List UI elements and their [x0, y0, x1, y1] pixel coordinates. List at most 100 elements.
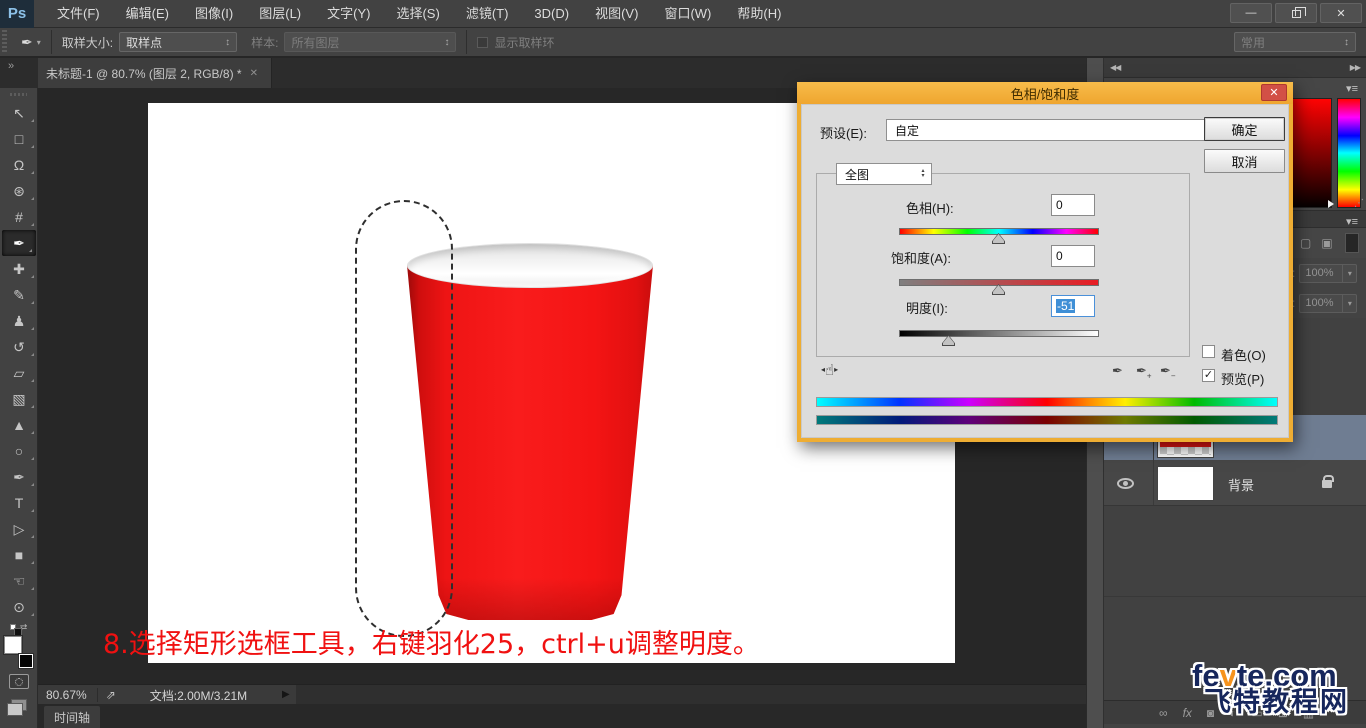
background-color-swatch[interactable]	[19, 654, 33, 668]
menu-3d[interactable]: 3D(D)	[521, 0, 582, 28]
timeline-tab[interactable]: 时间轴	[44, 706, 100, 728]
layers-menu-icon[interactable]: ▾≡	[1346, 215, 1358, 228]
sample-value: 所有图层	[291, 34, 339, 51]
toolbar-grip	[10, 90, 27, 98]
dialog-body: 预设(E): 自定 ▴▾ ⚙ 确定 取消 全图 ▴▾ 色相(H): 0 饱和度(…	[801, 104, 1289, 438]
menu-type[interactable]: 文字(Y)	[314, 0, 383, 28]
cancel-button[interactable]: 取消	[1204, 149, 1285, 173]
quick-selection-tool[interactable]: ⊛	[0, 178, 38, 204]
options-bar: ✒ ▾ 取样大小: 取样点 ↕ 样本: 所有图层 ↕ 显示取样环 常用 ↕	[0, 28, 1366, 58]
rectangular-marquee-tool[interactable]: □	[0, 126, 38, 152]
tutorial-annotation: 8.选择矩形选框工具，右键羽化25，ctrl+u调整明度。	[103, 622, 760, 661]
status-menu-arrow-icon[interactable]: ▶	[282, 689, 290, 700]
menu-image[interactable]: 图像(I)	[182, 0, 246, 28]
preview-checkbox[interactable]: ✓	[1202, 369, 1215, 382]
menu-view[interactable]: 视图(V)	[582, 0, 651, 28]
channel-dropdown[interactable]: 全图 ▴▾	[836, 163, 932, 185]
menu-window[interactable]: 窗口(W)	[651, 0, 724, 28]
minimize-button[interactable]: —	[1230, 3, 1272, 23]
gradient-tool[interactable]: ▧	[0, 386, 38, 412]
status-controls: 80.67% ⇗ 文档:2.00M/3.21M	[38, 685, 296, 705]
eyedropper-sample-icon[interactable]: ✒	[1112, 363, 1123, 379]
collapse-panels-icon[interactable]: ◀◀	[1110, 63, 1120, 72]
zoom-tool[interactable]: ⊙	[0, 594, 38, 620]
visibility-eye-icon[interactable]	[1117, 478, 1134, 489]
tool-preset-caret-icon[interactable]: ▾	[37, 38, 41, 47]
clone-stamp-tool[interactable]: ♟	[0, 308, 38, 334]
quick-mask-button[interactable]	[9, 674, 29, 689]
eyedropper-subtract-icon[interactable]: ✒−	[1160, 363, 1176, 381]
hue-slider-arrow-icon[interactable]	[1328, 200, 1334, 208]
targeted-adjustment-icon[interactable]: ◂☝▸	[821, 361, 838, 379]
blend-mode-swatch[interactable]	[1345, 233, 1359, 253]
panel-resize-grip-icon[interactable]: ⋰	[1354, 198, 1364, 209]
document-tab[interactable]: 未标题-1 @ 80.7% (图层 2, RGB/8) * ✕	[38, 58, 272, 88]
selection-marquee[interactable]	[355, 200, 453, 637]
menu-help[interactable]: 帮助(H)	[724, 0, 794, 28]
export-icon[interactable]: ⇗	[98, 688, 124, 702]
brush-tool[interactable]: ✎	[0, 282, 38, 308]
eraser-tool[interactable]: ▱	[0, 360, 38, 386]
spot-healing-brush-tool[interactable]: ✚	[0, 256, 38, 282]
expand-panels-icon[interactable]: ▶▶	[1350, 63, 1360, 72]
colorize-checkbox[interactable]	[1202, 345, 1215, 358]
eyedropper-tool[interactable]: ✒	[2, 230, 36, 256]
move-tool[interactable]: ↖	[0, 100, 38, 126]
pen-tool[interactable]: ✒	[0, 464, 38, 490]
adjusted-spectrum-bar	[816, 415, 1278, 425]
preset-dropdown[interactable]: 自定 ▴▾	[886, 119, 1218, 141]
filter-icon-2[interactable]: ▣	[1321, 236, 1332, 250]
menu-select[interactable]: 选择(S)	[383, 0, 452, 28]
foreground-color-swatch[interactable]	[4, 636, 22, 654]
default-colors-icon[interactable]	[10, 624, 16, 630]
layer-effects-icon[interactable]: fx	[1183, 706, 1192, 720]
hue-ramp[interactable]	[1337, 98, 1361, 208]
path-selection-tool[interactable]: ▷	[0, 516, 38, 542]
zoom-level-field[interactable]: 80.67%	[38, 688, 98, 702]
saturation-input[interactable]: 0	[1051, 245, 1095, 267]
type-icon: T	[15, 495, 24, 511]
close-window-button[interactable]: ✕	[1320, 3, 1362, 23]
eyedropper-add-icon[interactable]: ✒+	[1136, 363, 1152, 381]
layer-thumbnail[interactable]	[1158, 467, 1213, 500]
lightness-input[interactable]: -51	[1051, 295, 1095, 317]
window-controls: — ✕	[1230, 3, 1362, 23]
path-selection-icon: ▷	[14, 521, 25, 538]
layer-name[interactable]: 背景	[1228, 475, 1254, 494]
link-layers-icon[interactable]: ∞	[1159, 706, 1168, 720]
blur-tool[interactable]: ▲	[0, 412, 38, 438]
hand-tool[interactable]: ☜	[0, 568, 38, 594]
restore-button[interactable]	[1275, 3, 1317, 23]
layer-row-background[interactable]: 背景	[1104, 460, 1366, 506]
dodge-tool[interactable]: ○	[0, 438, 38, 464]
rectangle-tool[interactable]: ■	[0, 542, 38, 568]
type-tool[interactable]: T	[0, 490, 38, 516]
menu-file[interactable]: 文件(F)	[44, 0, 113, 28]
panel-menu-icon[interactable]: ▾≡	[1346, 82, 1358, 95]
menu-filter[interactable]: 滤镜(T)	[453, 0, 522, 28]
hue-slider[interactable]	[899, 228, 1099, 246]
dialog-title-bar[interactable]: 色相/饱和度 ✕	[797, 82, 1293, 104]
dodge-icon: ○	[15, 443, 23, 459]
ok-button[interactable]: 确定	[1204, 117, 1285, 141]
lasso-tool[interactable]: Ω	[0, 152, 38, 178]
preset-label: 预设(E):	[820, 123, 867, 142]
hue-input[interactable]: 0	[1051, 194, 1095, 216]
history-brush-tool[interactable]: ↺	[0, 334, 38, 360]
toolbar-expand-icon[interactable]: »	[8, 60, 14, 72]
lightness-slider[interactable]	[899, 330, 1099, 348]
show-ring-label: 显示取样环	[494, 34, 554, 51]
sample-size-dropdown[interactable]: 取样点 ↕	[119, 32, 237, 52]
workspace-dropdown[interactable]: 常用 ↕	[1234, 32, 1356, 52]
eyedropper-icon[interactable]: ✒	[21, 34, 33, 51]
filter-icon-1[interactable]: ▢	[1300, 236, 1311, 250]
menu-layer[interactable]: 图层(L)	[246, 0, 314, 28]
menu-edit[interactable]: 编辑(E)	[113, 0, 182, 28]
dialog-close-button[interactable]: ✕	[1261, 84, 1287, 101]
lightness-track[interactable]	[899, 330, 1099, 337]
tab-close-icon[interactable]: ✕	[250, 68, 258, 79]
swap-colors-control[interactable]: ⇄	[0, 620, 37, 634]
color-swatches	[4, 636, 34, 668]
screen-mode-button[interactable]	[11, 699, 27, 711]
crop-tool[interactable]: #	[0, 204, 38, 230]
